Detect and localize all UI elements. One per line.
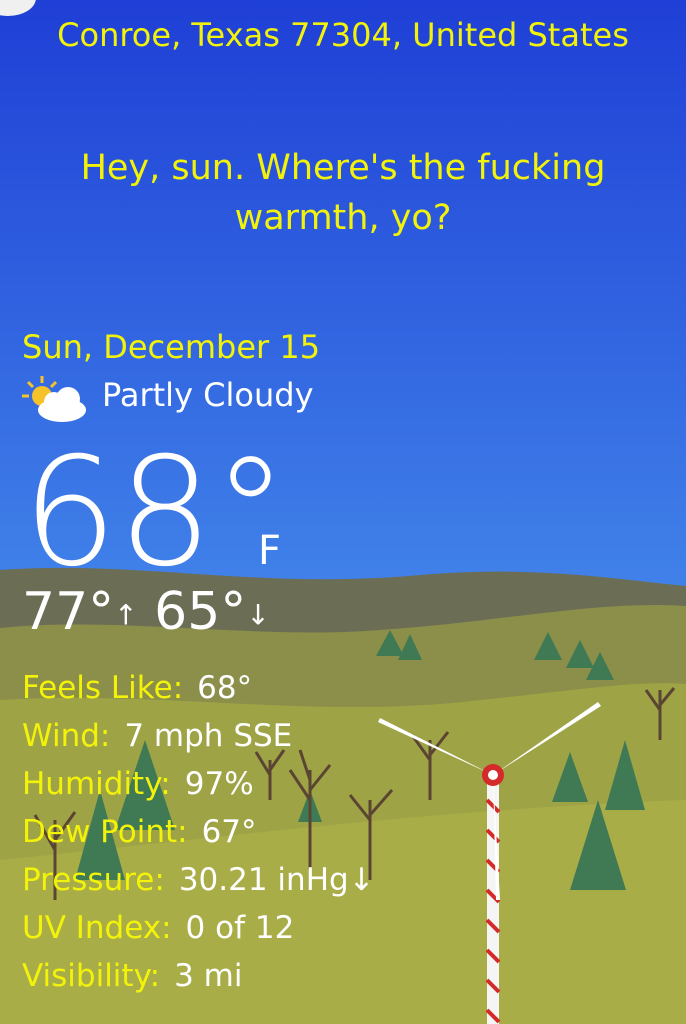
forecast-date: Sun, December 15 [22,328,321,366]
detail-wind: Wind: 7 mph SSE [22,712,375,760]
temperature-unit: F [258,528,282,574]
detail-dew-point: Dew Point: 67° [22,808,375,856]
condition-text: Partly Cloudy [102,376,314,414]
detail-label: Feels Like: [22,670,184,706]
detail-label: Humidity: [22,766,171,802]
detail-value: 97% [184,766,254,802]
detail-value: 67° [201,814,257,850]
detail-value: 0 of 12 [185,910,295,946]
down-arrow-icon: ↓ [246,598,270,632]
up-arrow-icon: ↑ [114,598,138,632]
detail-label: Wind: [22,718,111,754]
detail-visibility: Visibility: 3 mi [22,952,375,1000]
weather-details: Feels Like: 68° Wind: 7 mph SSE Humidity: 9… [22,664,375,1000]
detail-uv-index: UV Index: 0 of 12 [22,904,375,952]
low-temp: 65° [154,582,247,642]
detail-label: UV Index: [22,910,172,946]
high-temp: 77° [22,582,115,642]
current-temperature: 68° [22,426,288,600]
detail-value: 30.21 inHg↓ [178,862,375,898]
detail-feels-like: Feels Like: 68° [22,664,375,712]
detail-label: Visibility: [22,958,161,994]
detail-value: 68° [197,670,253,706]
detail-label: Dew Point: [22,814,188,850]
detail-pressure: Pressure: 30.21 inHg↓ [22,856,375,904]
high-low-temps: 77°↑ 65°↓ [22,582,270,642]
detail-value: 7 mph SSE [124,718,293,754]
detail-value: 3 mi [174,958,243,994]
detail-label: Pressure: [22,862,165,898]
weather-headline: Hey, sun. Where's the fucking warmth, yo… [80,148,606,238]
location-title: Conroe, Texas 77304, United States [57,16,629,54]
partly-cloudy-icon [22,376,86,422]
detail-humidity: Humidity: 97% [22,760,375,808]
